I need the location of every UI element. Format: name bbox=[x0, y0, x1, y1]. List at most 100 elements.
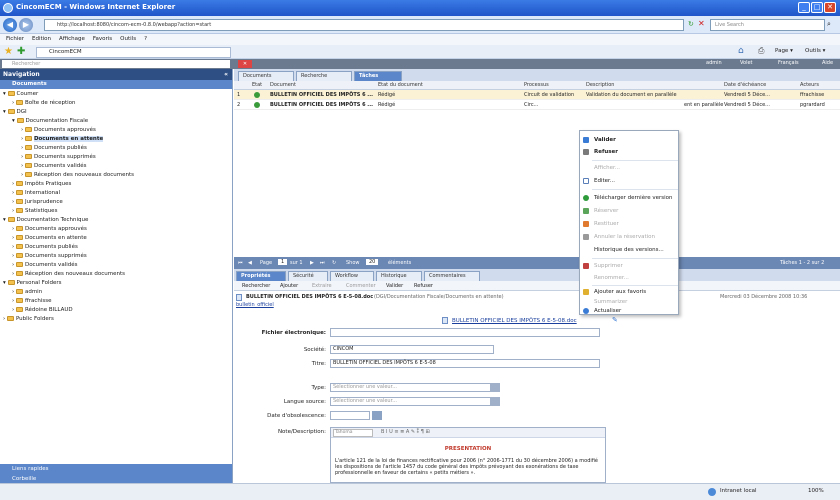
search-icon[interactable]: ⌕ bbox=[827, 20, 831, 29]
add-favorite-icon[interactable]: ✚ bbox=[17, 46, 25, 57]
tree-item[interactable]: › Documents approuvés bbox=[0, 225, 232, 234]
menu-item-refuser[interactable]: Refuser bbox=[580, 147, 680, 157]
last-page-icon[interactable]: ⏭ bbox=[320, 260, 325, 266]
tree-item[interactable]: › Documents approuvés bbox=[0, 126, 232, 135]
file-link[interactable]: BULLETIN OFFICIEL DES IMPÔTS 6 E-5-08.do… bbox=[452, 318, 577, 324]
menu-item-historique-versions[interactable]: Historique des versions... bbox=[580, 245, 680, 255]
langue-dropdown-icon[interactable] bbox=[490, 397, 500, 406]
tree-item[interactable]: ▾ Documentation Technique bbox=[0, 216, 232, 225]
menu-favoris[interactable]: Favoris bbox=[93, 34, 112, 45]
favorites-star-icon[interactable]: ★ bbox=[4, 46, 13, 57]
extract-button[interactable]: Extraire bbox=[312, 283, 332, 289]
calendar-icon[interactable] bbox=[372, 411, 382, 420]
tree-item[interactable]: › admin bbox=[0, 288, 232, 297]
maximize-button[interactable]: □ bbox=[811, 2, 823, 13]
societe-field[interactable]: CINCOM bbox=[330, 345, 494, 354]
menu-item-afficher[interactable]: Afficher... bbox=[580, 163, 680, 173]
edit-file-icon[interactable]: ✎ bbox=[612, 316, 618, 324]
tree-item[interactable]: › Documents validés bbox=[0, 162, 232, 171]
tree-item[interactable]: › Documents supprimés bbox=[0, 252, 232, 261]
url-input[interactable]: http://localhost:8080/cincom-ecm-0.8.0/w… bbox=[44, 19, 684, 31]
col-date-echeance[interactable]: Date d'échéance bbox=[724, 82, 766, 88]
tree-item[interactable]: › Jurisprudence bbox=[0, 198, 232, 207]
next-page-icon[interactable]: ▶ bbox=[310, 260, 314, 266]
search-input[interactable]: Live Search bbox=[710, 19, 825, 31]
close-tab-icon[interactable]: ✕ bbox=[238, 60, 252, 68]
col-etat[interactable]: Etat bbox=[252, 82, 262, 88]
menu-fichier[interactable]: Fichier bbox=[6, 34, 24, 45]
tree-item[interactable]: › Réception des nouveaux documents bbox=[0, 270, 232, 279]
tree-item-selected[interactable]: › Documents en attente bbox=[0, 135, 232, 144]
minimize-button[interactable]: _ bbox=[798, 2, 810, 13]
tree-item[interactable]: › Public Folders bbox=[0, 315, 232, 324]
refresh-icon[interactable]: ↻ bbox=[688, 20, 696, 28]
page-button[interactable]: Page ▾ bbox=[775, 48, 793, 54]
menu-item-actualiser[interactable]: Actualiser bbox=[580, 306, 680, 316]
menu-item-renommer[interactable]: Renommer... bbox=[580, 273, 680, 283]
menu-item-annuler-reservation[interactable]: Annuler la réservation bbox=[580, 232, 680, 242]
menu-affichage[interactable]: Affichage bbox=[59, 34, 85, 45]
stop-icon[interactable]: ✕ bbox=[698, 19, 707, 28]
comment-button[interactable]: Commenter bbox=[346, 283, 376, 289]
tab-workflow[interactable]: Workflow bbox=[330, 271, 374, 281]
tab-recherche[interactable]: Recherche bbox=[296, 71, 352, 81]
refresh-grid-icon[interactable]: ↻ bbox=[332, 260, 336, 266]
tree-item[interactable]: › Impôts Pratiques bbox=[0, 180, 232, 189]
menu-item-reserver[interactable]: Réserver bbox=[580, 206, 680, 216]
page-size-select[interactable]: 20 bbox=[366, 259, 379, 265]
menu-item-editer[interactable]: Editer... bbox=[580, 176, 680, 186]
tree-item[interactable]: › International bbox=[0, 189, 232, 198]
font-select[interactable]: Tahoma bbox=[333, 429, 373, 437]
menu-item-telecharger[interactable]: Télécharger dernière version bbox=[580, 193, 680, 203]
tree-item[interactable]: ▾ Documentation Fiscale bbox=[0, 117, 232, 126]
first-page-icon[interactable]: ⏮ bbox=[238, 260, 243, 266]
add-button[interactable]: Ajouter bbox=[280, 283, 298, 289]
menu-item-valider[interactable]: Valider bbox=[580, 135, 680, 145]
menu-help[interactable]: ? bbox=[144, 34, 147, 45]
collapse-icon[interactable]: « bbox=[224, 69, 228, 80]
tree-item[interactable]: › Documents publiés bbox=[0, 144, 232, 153]
page-input[interactable]: 1 bbox=[278, 259, 288, 265]
close-button[interactable]: ✕ bbox=[824, 2, 836, 13]
obsolescence-date-field[interactable] bbox=[330, 411, 370, 420]
format-buttons[interactable]: B I U ≡ ≣ A ✎ ⁑ ¶ ⊞ bbox=[381, 429, 430, 435]
tree-item[interactable]: ▾ Coumer bbox=[0, 90, 232, 99]
menu-edition[interactable]: Edition bbox=[32, 34, 51, 45]
tree-item[interactable]: › ffrachisse bbox=[0, 297, 232, 306]
app-search-input[interactable]: Rechercher bbox=[2, 60, 230, 68]
tree-item[interactable]: › Boîte de réception bbox=[0, 99, 232, 108]
language-label[interactable]: Français bbox=[778, 60, 799, 66]
col-acteurs[interactable]: Acteurs bbox=[800, 82, 819, 88]
home-icon[interactable]: ⌂ bbox=[738, 46, 744, 56]
type-select[interactable]: Sélectionner une valeur... bbox=[330, 383, 494, 392]
volet-label[interactable]: Volet bbox=[740, 60, 753, 66]
rich-text-editor[interactable]: Tahoma B I U ≡ ≣ A ✎ ⁑ ¶ ⊞ PRESENTATION … bbox=[330, 427, 606, 483]
user-label[interactable]: admin bbox=[706, 60, 722, 66]
fichier-field[interactable] bbox=[330, 328, 600, 337]
col-document[interactable]: Document bbox=[270, 82, 296, 88]
col-processus[interactable]: Processus bbox=[524, 82, 549, 88]
table-row[interactable]: 1 BULLETIN OFFICIEL DES IMPÔTS 6 ... Réd… bbox=[234, 90, 840, 100]
tree-item[interactable]: › Rédoine BILLAUD bbox=[0, 306, 232, 315]
type-dropdown-icon[interactable] bbox=[490, 383, 500, 392]
tree-item[interactable]: › Documents en attente bbox=[0, 234, 232, 243]
tab-securite[interactable]: Sécurité bbox=[288, 271, 328, 281]
prev-page-icon[interactable]: ◀ bbox=[248, 260, 252, 266]
tab-documents[interactable]: Documents bbox=[238, 71, 294, 81]
tab-cincomecm[interactable]: CincomECM bbox=[36, 47, 231, 58]
refuse-button[interactable]: Refuser bbox=[414, 283, 433, 289]
tree-item[interactable]: › Documents publiés bbox=[0, 243, 232, 252]
back-button[interactable]: ◀ bbox=[3, 18, 17, 32]
tree-item[interactable]: › Documents supprimés bbox=[0, 153, 232, 162]
zoom-level[interactable]: 100% bbox=[808, 488, 824, 494]
tab-historique[interactable]: Historique bbox=[376, 271, 422, 281]
documents-header[interactable]: Documents bbox=[0, 80, 232, 89]
table-row[interactable]: 2 BULLETIN OFFICIEL DES IMPÔTS 6 ... Réd… bbox=[234, 100, 840, 110]
langue-select[interactable]: Sélectionner une valeur... bbox=[330, 397, 494, 406]
print-icon[interactable]: ⎙ bbox=[758, 46, 764, 56]
tab-commentaires[interactable]: Commentaires bbox=[424, 271, 480, 281]
menu-outils[interactable]: Outils bbox=[120, 34, 136, 45]
help-label[interactable]: Aide bbox=[822, 60, 833, 66]
tab-proprietes[interactable]: Propriétés bbox=[236, 271, 286, 281]
doc-subtitle[interactable]: bulletin_officiel bbox=[236, 302, 274, 308]
